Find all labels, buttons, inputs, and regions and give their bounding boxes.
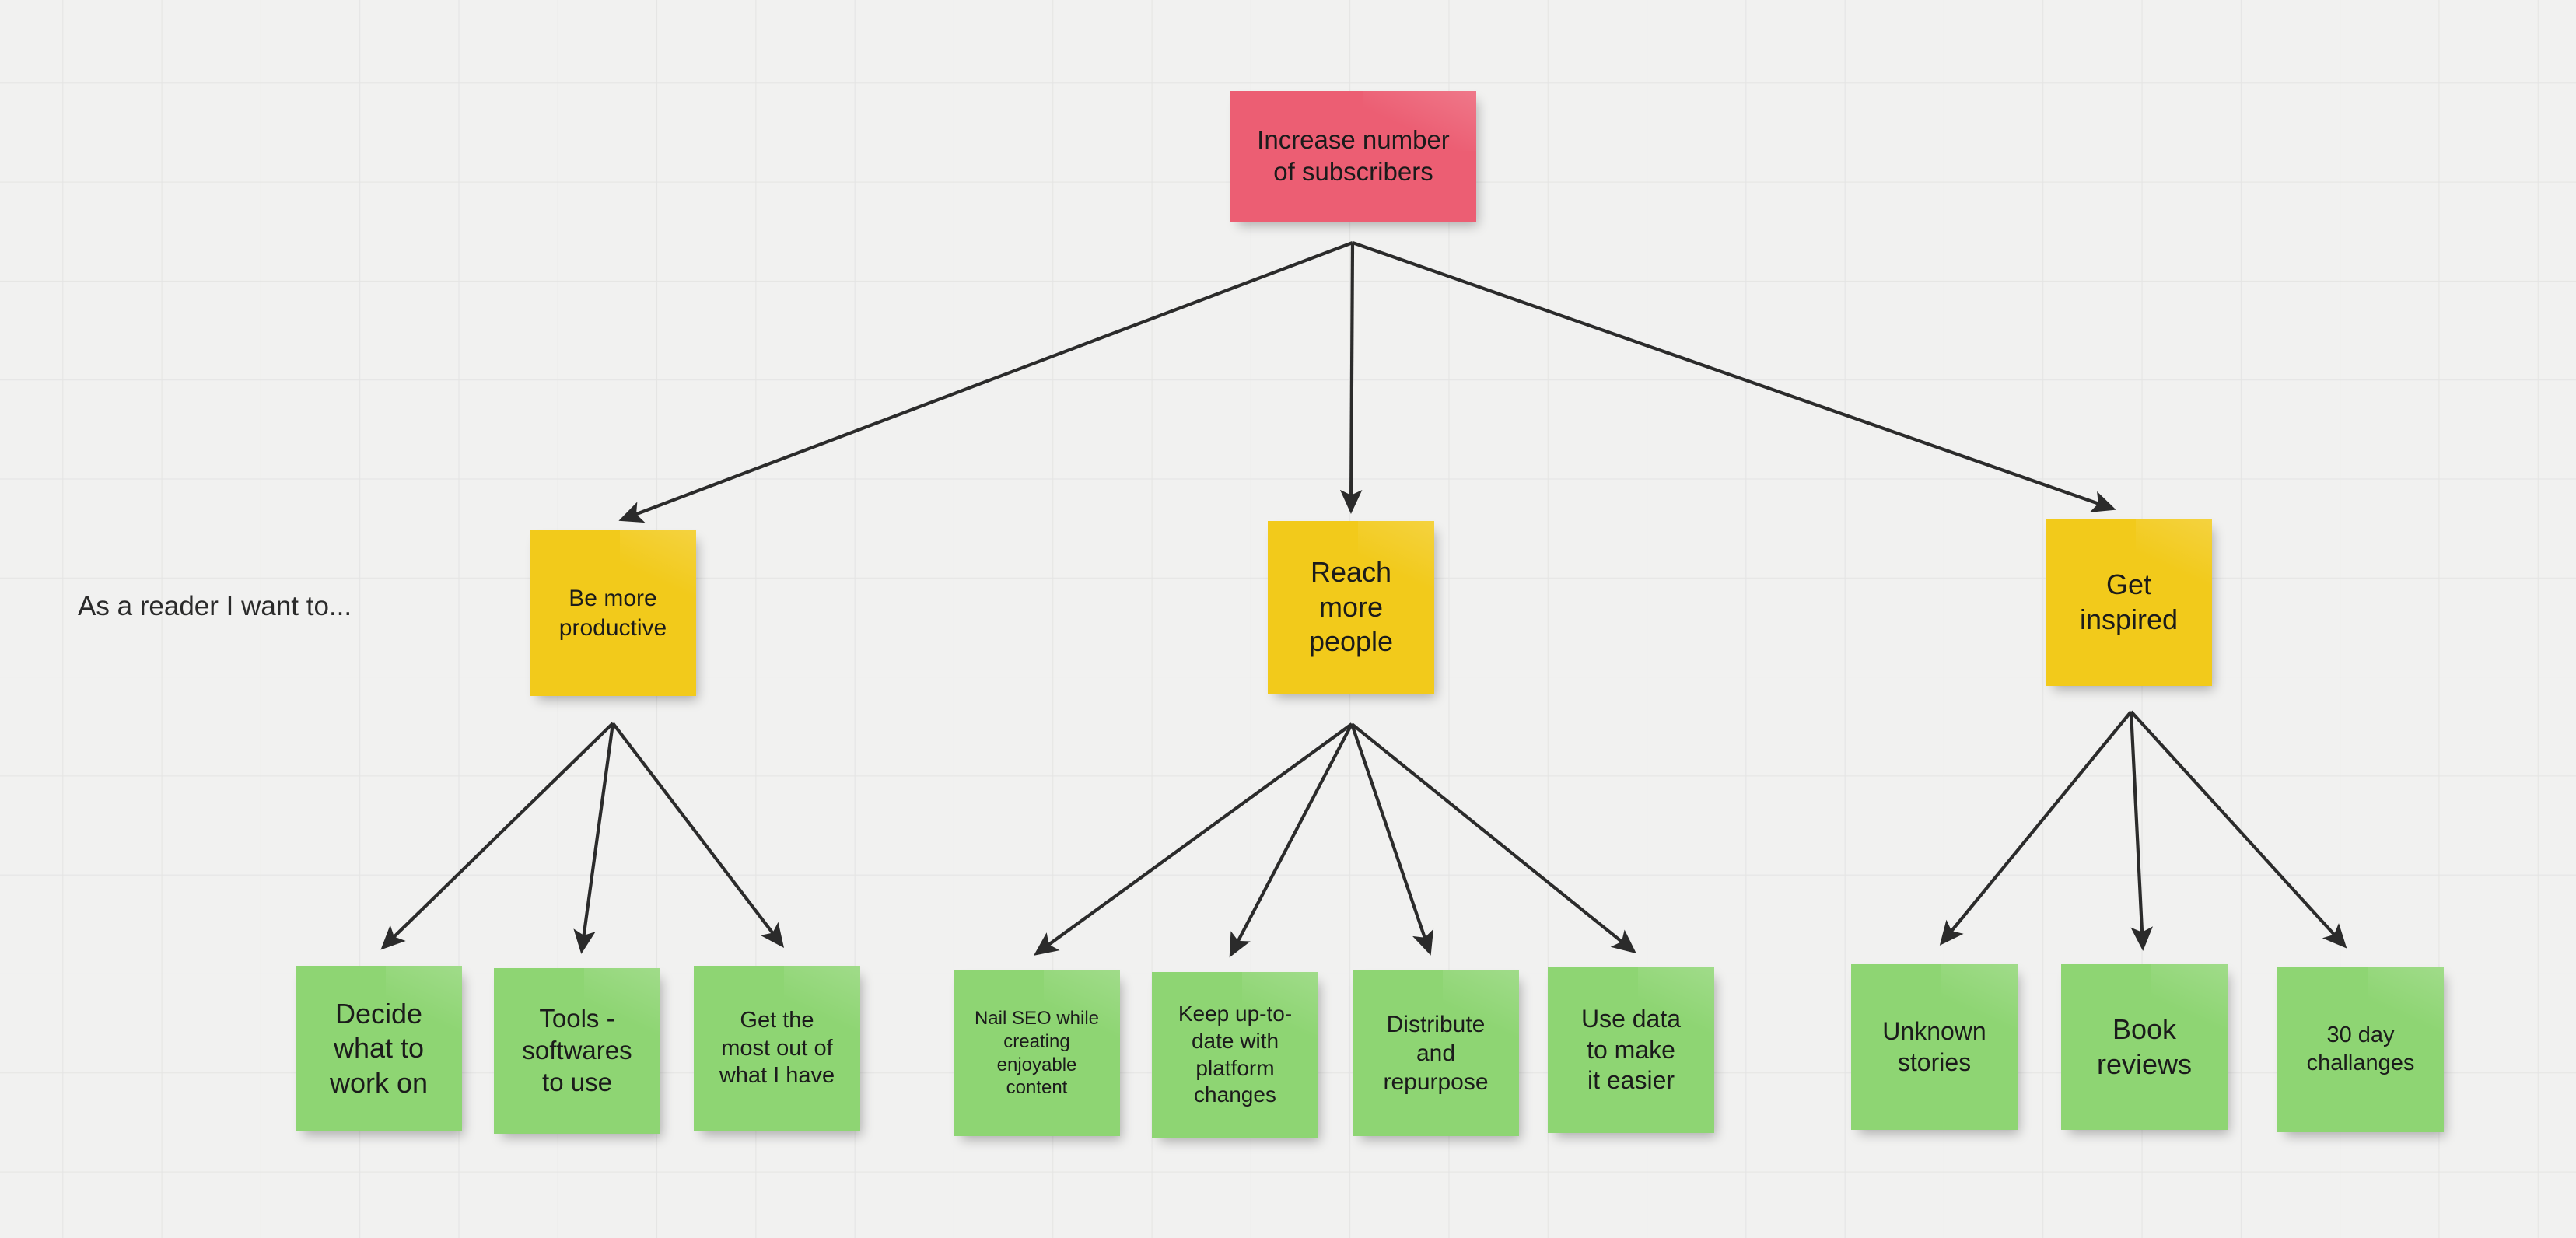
idea-note-keep-up-to-date-platform-changes[interactable]: Keep up-to- date with platform changes bbox=[1152, 972, 1318, 1138]
connector-goal-1-to-idea-3 bbox=[611, 722, 785, 948]
connector-goal-2-to-idea-4 bbox=[1350, 722, 1636, 954]
goal-note-be-more-productive[interactable]: Be more productive bbox=[530, 530, 696, 696]
persona-statement-label: As a reader I want to... bbox=[78, 591, 352, 621]
sticky-note-board[interactable]: As a reader I want to... Increase number… bbox=[0, 0, 2576, 1238]
connector-goal-2-to-idea-1 bbox=[1033, 722, 1353, 956]
connector-goal-3-to-idea-3 bbox=[2130, 710, 2347, 949]
idea-note-get-the-most-out-of-what-i-have[interactable]: Get the most out of what I have bbox=[694, 966, 860, 1131]
connector-root-to-goal-1 bbox=[618, 241, 1353, 523]
idea-note-distribute-and-repurpose[interactable]: Distribute and repurpose bbox=[1353, 970, 1519, 1136]
connector-goal-1-to-idea-1 bbox=[380, 722, 614, 950]
idea-note-use-data-to-make-it-easier[interactable]: Use data to make it easier bbox=[1548, 967, 1714, 1133]
connector-root-to-goal-2 bbox=[1339, 242, 1363, 514]
connector-goal-2-to-idea-2 bbox=[1229, 723, 1353, 958]
connector-goal-3-to-idea-1 bbox=[1939, 710, 2133, 946]
connector-goal-2-to-idea-3 bbox=[1350, 723, 1434, 956]
idea-note-tools-softwares-to-use[interactable]: Tools - softwares to use bbox=[494, 968, 660, 1134]
goal-note-get-inspired[interactable]: Get inspired bbox=[2046, 519, 2212, 686]
idea-note-decide-what-to-work-on[interactable]: Decide what to work on bbox=[296, 966, 462, 1131]
goal-note-reach-more-people[interactable]: Reach more people bbox=[1268, 521, 1434, 694]
connector-goal-1-to-idea-2 bbox=[573, 722, 615, 954]
idea-note-book-reviews[interactable]: Book reviews bbox=[2061, 964, 2228, 1130]
idea-note-nail-seo-enjoyable-content[interactable]: Nail SEO while creating enjoyable conten… bbox=[954, 970, 1120, 1136]
connector-goal-3-to-idea-2 bbox=[2129, 711, 2153, 951]
connector-root-to-goal-3 bbox=[1352, 241, 2116, 512]
root-note-increase-subscribers[interactable]: Increase number of subscribers bbox=[1230, 91, 1476, 222]
idea-note-30-day-challanges[interactable]: 30 day challanges bbox=[2277, 967, 2444, 1132]
idea-note-unknown-stories[interactable]: Unknown stories bbox=[1851, 964, 2018, 1130]
